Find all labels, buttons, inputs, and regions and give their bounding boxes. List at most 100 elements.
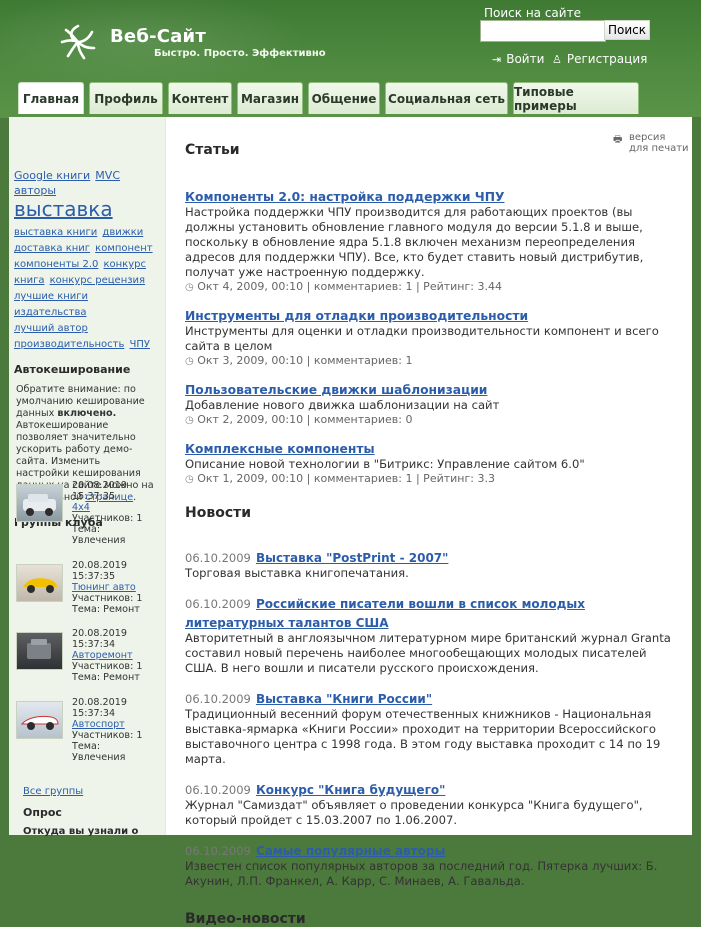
news-title-link[interactable]: Выставка "Книги России"	[256, 692, 432, 706]
tag-link[interactable]: Google книги	[14, 169, 90, 182]
tag-link[interactable]: конкурс	[103, 259, 146, 270]
group-name-link[interactable]: Тюнинг авто	[72, 582, 136, 593]
tab-examples[interactable]: Типовые примеры	[513, 82, 639, 114]
news-item: 06.10.2009 Выставка "Книги России" Тради…	[185, 688, 680, 767]
news-date: 06.10.2009	[185, 844, 251, 858]
group-time: 15:37:34	[72, 639, 116, 650]
search-input[interactable]	[480, 20, 606, 42]
tab-communication[interactable]: Общение	[308, 82, 380, 114]
clock-icon: ◷	[185, 415, 194, 426]
article-meta-text: Окт 3, 2009, 00:10 | комментариев: 1	[197, 354, 413, 367]
tag-link[interactable]: MVC	[95, 169, 120, 182]
tag-link[interactable]: лучшие книги	[14, 291, 88, 302]
article-item: Пользовательские движки шаблонизации Доб…	[185, 379, 680, 426]
tab-content[interactable]: Контент	[168, 82, 232, 114]
news-text: Известен список популярных авторов за по…	[185, 859, 658, 888]
group-name-link[interactable]: Авторемонт	[72, 650, 133, 661]
article-title-link[interactable]: Комплексные компоненты	[185, 442, 375, 456]
login-label: Войти	[506, 52, 545, 66]
all-groups-link[interactable]: Все группы	[23, 786, 83, 797]
register-label: Регистрация	[566, 52, 648, 66]
group-thumbnail[interactable]	[16, 632, 63, 670]
tag-link[interactable]: движки	[102, 227, 143, 238]
article-meta-text: Окт 2, 2009, 00:10 | комментариев: 0	[197, 413, 413, 426]
tag-link[interactable]: компоненты 2.0	[14, 259, 98, 270]
group-members: Участников: 1	[72, 593, 143, 604]
search-button[interactable]: Поиск	[604, 20, 650, 40]
group-topic: Тема: Ремонт	[72, 672, 140, 683]
news-text: Авторитетный в англоязычном литературном…	[185, 631, 671, 675]
news-title-link[interactable]: Самые популярные авторы	[256, 844, 445, 858]
sidebar-divider	[165, 117, 166, 835]
article-title-link[interactable]: Инструменты для отладки производительнос…	[185, 309, 528, 323]
news-item: 06.10.2009 Российские писатели вошли в с…	[185, 593, 680, 676]
tag-link[interactable]: конкурс рецензия	[50, 275, 146, 286]
group-item: 20.08.2019 15:37:35 Тюнинг авто Участник…	[14, 560, 159, 622]
group-meta: 20.08.2019 15:37:35 Тюнинг авто Участник…	[72, 560, 142, 615]
article-meta: ◷ Окт 3, 2009, 00:10 | комментариев: 1	[185, 354, 680, 367]
news-date: 06.10.2009	[185, 692, 251, 706]
news-text: Журнал "Самиздат" объявляет о проведении…	[185, 798, 643, 827]
tag-link[interactable]: авторы	[14, 184, 56, 197]
group-thumbnail[interactable]	[16, 701, 63, 739]
site-slogan: Быстро. Просто. Эффективно	[154, 48, 326, 59]
group-topic-value: Увлечения	[72, 535, 126, 546]
group-date: 20.08.2019	[72, 480, 127, 491]
tab-home[interactable]: Главная	[18, 82, 84, 114]
tag-link[interactable]: производительность	[14, 339, 124, 350]
group-name-link[interactable]: 4x4	[72, 502, 90, 513]
article-text: Добавление нового движка шаблонизации на…	[185, 398, 500, 412]
tag-link[interactable]: ЧПУ	[129, 339, 149, 350]
group-members: Участников: 1	[72, 661, 143, 672]
group-name-link[interactable]: Автоспорт	[72, 719, 125, 730]
poll-title: Опрос	[23, 806, 62, 819]
articles-title: Статьи	[185, 142, 240, 158]
tab-profile[interactable]: Профиль	[89, 82, 163, 114]
group-members: Участников: 1	[72, 730, 143, 741]
news-title: Новости	[185, 505, 252, 521]
news-date: 06.10.2009	[185, 551, 251, 565]
register-link[interactable]: ♙ Регистрация	[552, 52, 647, 66]
tag-link[interactable]: доставка книг	[14, 243, 90, 254]
autocache-enabled: включено.	[57, 408, 117, 419]
tab-social-network[interactable]: Социальная сеть	[385, 82, 508, 114]
news-title-link[interactable]: Выставка "PostPrint - 2007"	[256, 551, 448, 565]
article-meta-text: Окт 4, 2009, 00:10 | комментариев: 1 | Р…	[197, 280, 502, 293]
autocache-title: Автокеширование	[14, 363, 131, 376]
news-title-link[interactable]: Конкурс "Книга будущего"	[256, 783, 445, 797]
tag-link[interactable]: выставка	[14, 197, 113, 221]
login-icon: ⇥	[492, 53, 502, 66]
login-link[interactable]: ⇥ Войти	[492, 52, 544, 66]
group-thumbnail[interactable]	[16, 564, 63, 602]
tag-link[interactable]: книга	[14, 275, 44, 286]
logo-icon[interactable]	[56, 20, 100, 64]
news-text: Торговая выставка книгопечатания.	[185, 566, 409, 580]
tag-link[interactable]: компонент	[95, 243, 152, 254]
group-members: Участников: 1	[72, 513, 143, 524]
tag-link[interactable]: издательства	[14, 307, 86, 318]
group-topic: Тема:	[72, 524, 101, 535]
tag-link[interactable]: лучший автор	[14, 323, 88, 334]
article-title-link[interactable]: Пользовательские движки шаблонизации	[185, 383, 487, 397]
group-date: 20.08.2019	[72, 560, 127, 571]
news-date: 06.10.2009	[185, 597, 251, 611]
video-news-title: Видео-новости	[185, 911, 306, 927]
news-item: 06.10.2009 Выставка "PostPrint - 2007" Т…	[185, 547, 680, 581]
group-item: 20.08.2019 15:37:34 Автоспорт Участников…	[14, 697, 159, 763]
clock-icon: ◷	[185, 356, 194, 367]
car-icon	[23, 494, 56, 516]
group-time: 15:37:35	[72, 571, 116, 582]
news-text: Традиционный весенний форум отечественны…	[185, 707, 661, 766]
tab-shop[interactable]: Магазин	[237, 82, 303, 114]
group-date: 20.08.2019	[72, 628, 127, 639]
article-meta-text: Окт 1, 2009, 00:10 | комментариев: 1 | Р…	[197, 472, 495, 485]
poll-question: Откуда вы узнали о	[23, 826, 139, 837]
tag-link[interactable]: выставка книги	[14, 227, 97, 238]
group-item: 20.08.2019 15:37:34 Авторемонт Участнико…	[14, 628, 159, 690]
group-thumbnail[interactable]	[16, 484, 63, 522]
article-title-link[interactable]: Компоненты 2.0: настройка поддержки ЧПУ	[185, 190, 504, 204]
engine-icon	[27, 639, 51, 659]
group-topic-value: Увлечения	[72, 752, 126, 763]
site-title[interactable]: Веб-Сайт	[110, 26, 206, 47]
sports-car-icon	[23, 578, 57, 593]
